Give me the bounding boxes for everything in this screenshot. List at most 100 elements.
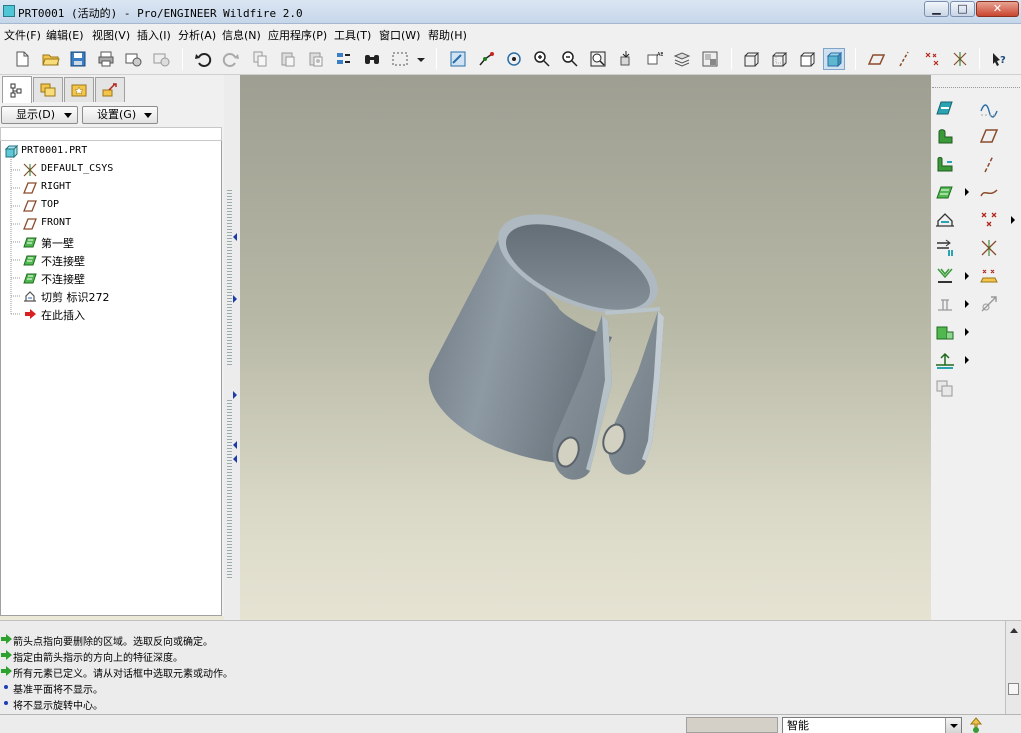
menu-edit[interactable]: 编辑(E) [46, 27, 84, 43]
collapse-left-icon[interactable] [233, 455, 237, 463]
insert-feature-icon[interactable] [978, 293, 1000, 315]
datum-axes-display-icon[interactable] [893, 48, 915, 70]
flyout-arrow-icon[interactable] [965, 300, 969, 308]
message-area: 箭头点指向要删除的区域。选取反向或确定。 指定由箭头指示的方向上的特征深度。 所… [0, 620, 1021, 715]
select-dropdown-arrow-icon[interactable] [414, 48, 428, 70]
scroll-up-icon[interactable] [1009, 626, 1019, 634]
spin-center-icon[interactable] [475, 48, 497, 70]
unbend-icon[interactable] [934, 349, 956, 371]
panel-splitter[interactable] [224, 75, 240, 620]
paste-icon[interactable] [277, 48, 299, 70]
datum-point-tool-icon[interactable] [978, 209, 1000, 231]
send-mail-icon[interactable] [122, 48, 144, 70]
tab-model-tree[interactable] [2, 76, 32, 103]
flyout-arrow-icon[interactable] [965, 328, 969, 336]
collapse-left-icon[interactable] [233, 441, 237, 449]
print-icon[interactable] [95, 48, 117, 70]
analysis-feature-icon[interactable] [978, 265, 1000, 287]
close-button[interactable]: ✕ [976, 1, 1019, 17]
message-line: 基准平面将不显示。 [0, 679, 1000, 696]
scroll-thumb[interactable] [1008, 683, 1019, 695]
datum-curve-tool-icon[interactable] [978, 181, 1000, 203]
rip-icon[interactable] [934, 237, 956, 259]
favorites-icon [71, 84, 87, 97]
save-icon[interactable] [67, 48, 89, 70]
message-line: 将不显示旋转中心。 [0, 695, 1000, 712]
undo-icon[interactable] [192, 48, 214, 70]
message-scrollbar[interactable] [1005, 621, 1021, 715]
message-text: 基准平面将不显示。 [13, 685, 103, 696]
hidden-line-icon[interactable] [768, 48, 790, 70]
merge-icon[interactable] [934, 265, 956, 287]
zoom-in-icon[interactable] [531, 48, 553, 70]
paste-special-icon[interactable] [305, 48, 327, 70]
saved-views-icon[interactable]: AB [643, 48, 665, 70]
flyout-arrow-icon[interactable] [1011, 216, 1015, 224]
regenerate-icon[interactable] [333, 48, 355, 70]
datum-points-display-icon[interactable] [921, 48, 943, 70]
menu-file[interactable]: 文件(F) [4, 27, 41, 43]
layers-icon[interactable] [671, 48, 693, 70]
revolve-wall-icon[interactable] [934, 125, 956, 147]
chevron-down-icon[interactable] [945, 718, 961, 733]
coordinate-systems-display-icon[interactable] [949, 48, 971, 70]
copy-icon[interactable] [249, 48, 271, 70]
bend-icon[interactable] [934, 321, 956, 343]
shading-icon[interactable] [823, 48, 845, 70]
blend-wall-icon[interactable] [934, 153, 956, 175]
open-folder-icon[interactable] [40, 48, 62, 70]
datum-plane-tool-icon[interactable] [978, 125, 1000, 147]
reorient-icon[interactable] [615, 48, 637, 70]
repaint-icon[interactable] [447, 48, 469, 70]
datum-planes-display-icon[interactable] [865, 48, 887, 70]
flyout-arrow-icon[interactable] [965, 356, 969, 364]
new-file-icon[interactable] [11, 48, 33, 70]
menu-applications[interactable]: 应用程序(P) [268, 27, 327, 43]
redo-icon[interactable] [220, 48, 242, 70]
menu-tools[interactable]: 工具(T) [334, 27, 371, 43]
show-menu-button[interactable]: 显示(D) [1, 106, 78, 124]
menu-analysis[interactable]: 分析(A) [178, 27, 216, 43]
expand-right-icon[interactable] [233, 391, 237, 399]
maximize-button[interactable]: □ [950, 1, 975, 17]
menu-window[interactable]: 窗口(W) [379, 27, 420, 43]
send-mail-alt-icon[interactable] [150, 48, 172, 70]
flyout-arrow-icon[interactable] [965, 188, 969, 196]
splitter-grip[interactable] [227, 190, 232, 365]
minimize-button[interactable]: ▁ [924, 1, 949, 17]
collapse-left-icon[interactable] [233, 233, 237, 241]
refit-icon[interactable] [587, 48, 609, 70]
select-box-icon[interactable] [389, 48, 411, 70]
tab-favorites[interactable] [64, 77, 94, 102]
datum-axis-tool-icon[interactable] [978, 153, 1000, 175]
sheetmetal-part-model[interactable] [240, 75, 931, 620]
graphics-window[interactable] [240, 75, 931, 620]
expand-right-icon[interactable] [233, 295, 237, 303]
menu-insert[interactable]: 插入(I) [137, 27, 171, 43]
tab-connections[interactable] [95, 77, 125, 102]
context-help-icon[interactable]: ? [988, 48, 1010, 70]
view-manager-icon[interactable] [699, 48, 721, 70]
tab-folder-browser[interactable] [33, 77, 63, 102]
wireframe-icon[interactable] [740, 48, 762, 70]
extrude-cut-icon[interactable] [934, 209, 956, 231]
no-hidden-icon[interactable] [796, 48, 818, 70]
flyout-arrow-icon[interactable] [965, 272, 969, 280]
selection-filter-select[interactable]: 智能 [782, 717, 962, 733]
settings-menu-button[interactable]: 设置(G) [82, 106, 158, 124]
flatten-icon[interactable] [934, 377, 956, 399]
sketched-datum-curve-icon[interactable] [978, 97, 1000, 119]
orient-mode-icon[interactable] [503, 48, 525, 70]
regenerate-status-icon[interactable] [968, 716, 984, 733]
splitter-grip[interactable] [227, 400, 232, 580]
show-menu-label: 显示(D) [16, 108, 56, 121]
deform-area-icon[interactable] [934, 293, 956, 315]
menu-help[interactable]: 帮助(H) [428, 27, 467, 43]
zoom-out-icon[interactable] [559, 48, 581, 70]
unattached-wall-icon[interactable] [934, 181, 956, 203]
menu-view[interactable]: 视图(V) [92, 27, 130, 43]
search-binoculars-icon[interactable] [361, 48, 383, 70]
flat-wall-icon[interactable] [934, 97, 956, 119]
coordinate-system-tool-icon[interactable] [978, 237, 1000, 259]
menu-info[interactable]: 信息(N) [222, 27, 261, 43]
